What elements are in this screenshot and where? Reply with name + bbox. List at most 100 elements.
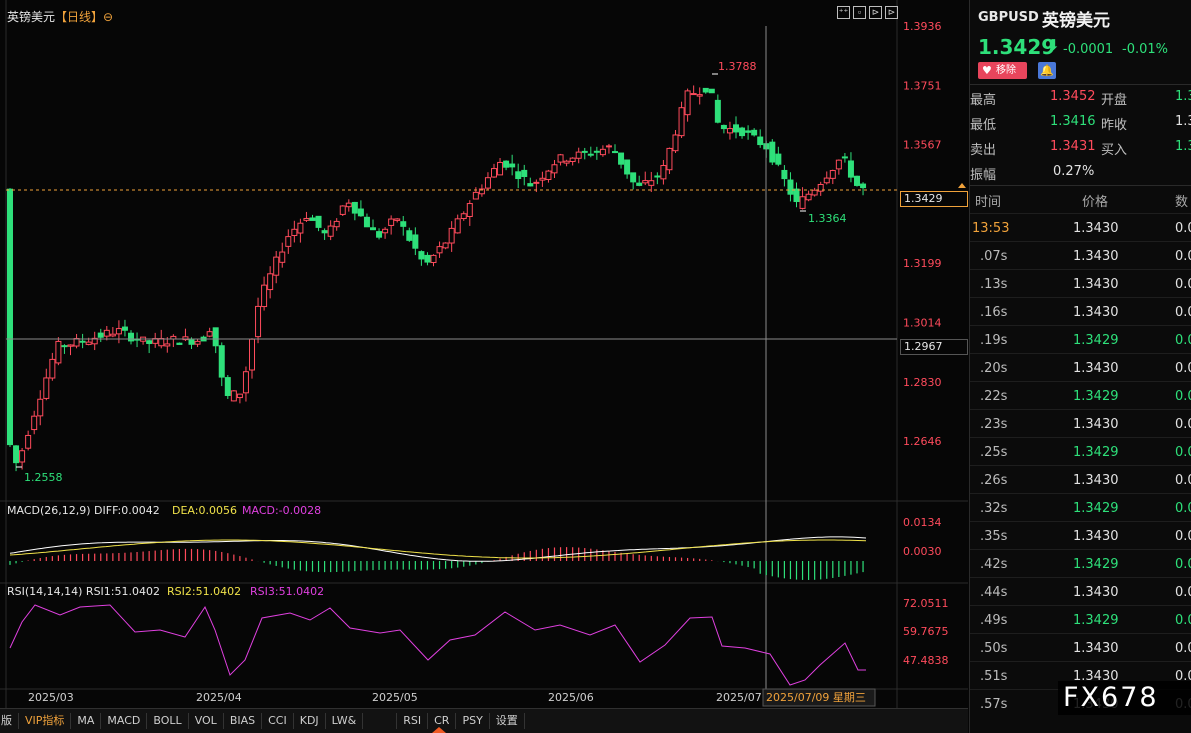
chart-area[interactable]: 1.3936 1.3751 1.3567 1.3199 1.3014 1.2830 1.26… (0, 0, 968, 708)
play-icon[interactable]: ⊳ (869, 6, 882, 19)
price-marker-icon (958, 183, 966, 188)
rsi-axis-label: 59.7675 (903, 625, 949, 638)
tick-price: 1.3430 (1073, 641, 1119, 656)
candle-up (394, 218, 401, 221)
price-axis-label: 1.3014 (903, 317, 942, 330)
candle-up (291, 228, 298, 236)
tick-time: .25s (980, 445, 1008, 460)
divider (970, 84, 1191, 85)
tick-row: .07s 1.3430 0.0 (970, 241, 1191, 269)
candle-up (497, 161, 504, 176)
candle-up (55, 340, 62, 364)
chart-symbol: 英镑美元 (7, 10, 56, 24)
candle-down (654, 175, 661, 178)
candle-down (841, 156, 848, 159)
tick-row: .19s 1.3429 0.000 (970, 325, 1191, 353)
candle-down (412, 234, 419, 249)
candle-down (97, 332, 104, 338)
candle-down (521, 169, 528, 177)
candle-down (618, 152, 625, 165)
tab-cci[interactable]: CCI (262, 713, 294, 729)
tick-row: .50s 1.3430 0.0 (970, 633, 1191, 661)
tab-macd[interactable]: MACD (101, 713, 148, 729)
zoom-icon[interactable]: ▫ (853, 6, 866, 19)
candle-up (327, 225, 334, 237)
candle-up (43, 377, 50, 399)
tab-layout[interactable]: 版 (0, 713, 19, 729)
stat-prevclose-label: 昨收 (1101, 118, 1128, 133)
tab-ma[interactable]: MA (71, 713, 102, 729)
tick-volume: 0.000 (1175, 445, 1191, 460)
candle-down (751, 129, 758, 136)
timeframe-label[interactable]: 【日线】 (55, 10, 103, 24)
tick-price: 1.3430 (1073, 585, 1119, 600)
last-price: 1.3429 (978, 35, 1056, 59)
candle-up (279, 251, 286, 263)
candle-up (448, 227, 455, 244)
crosshair-icon[interactable]: ⁺⁺ (837, 6, 850, 19)
macd-axis-label: 0.0030 (903, 545, 942, 558)
heart-icon: ♥ (982, 64, 992, 77)
tick-time: .23s (980, 417, 1008, 432)
tab-psy[interactable]: PSY (456, 713, 490, 729)
candle-down (309, 217, 316, 221)
candle-down (406, 230, 413, 241)
tick-volume: 0.0 (1175, 361, 1191, 376)
tick-time: .32s (980, 501, 1008, 516)
candle-up (551, 164, 558, 174)
candle-down (424, 254, 431, 263)
candle-up (533, 181, 540, 184)
candle-up (19, 450, 26, 463)
tab-bias[interactable]: BIAS (224, 713, 263, 729)
tab-lw[interactable]: LW& (326, 713, 364, 729)
quote-panel: GBPUSD 英镑美元 1.3429 ⬇ -0.0001 -0.01% ♥ 移除… (969, 0, 1191, 733)
candle-up (466, 203, 473, 217)
tick-price: 1.3429 (1073, 613, 1119, 628)
candle-down (860, 183, 867, 189)
candle-up (297, 222, 304, 234)
tab-vol[interactable]: VOL (189, 713, 224, 729)
next-icon[interactable]: ⊳ (885, 6, 898, 19)
indicator-toolbar: 版 VIP指标 MA MACD BOLL VOL BIAS CCI KDJ LW… (0, 708, 968, 733)
candle-up (25, 434, 32, 449)
remove-watchlist-button[interactable]: ♥ 移除 (978, 62, 1027, 79)
tab-vip-indicators[interactable]: VIP指标 (19, 713, 72, 729)
stat-bid-label: 买入 (1101, 143, 1128, 158)
candle-up (545, 170, 552, 181)
candle-down (733, 124, 739, 133)
price-axis-label: 1.3936 (903, 20, 942, 33)
tab-settings[interactable]: 设置 (490, 713, 525, 729)
symbol-name: 英镑美元 (1042, 11, 1110, 31)
candle-up (85, 341, 92, 345)
expand-arrow-icon[interactable] (432, 727, 446, 733)
symbol-code: GBPUSD (978, 10, 1039, 25)
candle-up (242, 371, 249, 394)
tab-rsi[interactable]: RSI (397, 713, 429, 729)
candle-up (37, 398, 44, 417)
candle-up (273, 256, 280, 276)
tick-row: 13:53 1.3430 0.0 (970, 213, 1191, 241)
macd-value-legend: MACD:-0.0028 (242, 504, 321, 517)
tab-kdj[interactable]: KDJ (294, 713, 326, 729)
tick-time: .19s (980, 333, 1008, 348)
candles-group (7, 85, 867, 472)
candlestick-chart[interactable]: 1.3936 1.3751 1.3567 1.3199 1.3014 1.2830 1.26… (0, 0, 968, 708)
candle-up (430, 254, 437, 264)
candle-up (388, 218, 395, 226)
tick-price: 1.3430 (1073, 529, 1119, 544)
settings-icon[interactable]: ⊖ (103, 10, 113, 24)
x-axis-label: 2025/07 (716, 691, 762, 704)
stat-ask-label: 卖出 (970, 143, 997, 158)
candle-down (854, 175, 860, 186)
candle-down (376, 231, 383, 238)
candle-up (249, 338, 255, 371)
stat-high-value: 1.3452 (1050, 89, 1096, 104)
candle-up (484, 177, 491, 189)
candle-down (212, 327, 219, 347)
tick-price: 1.3430 (1073, 305, 1119, 320)
candle-up (666, 147, 673, 171)
alert-bell-button[interactable]: 🔔 (1038, 62, 1056, 79)
candle-up (539, 177, 546, 181)
tab-boll[interactable]: BOLL (147, 713, 189, 729)
macd-dea-legend: DEA:0.0056 (172, 504, 237, 517)
